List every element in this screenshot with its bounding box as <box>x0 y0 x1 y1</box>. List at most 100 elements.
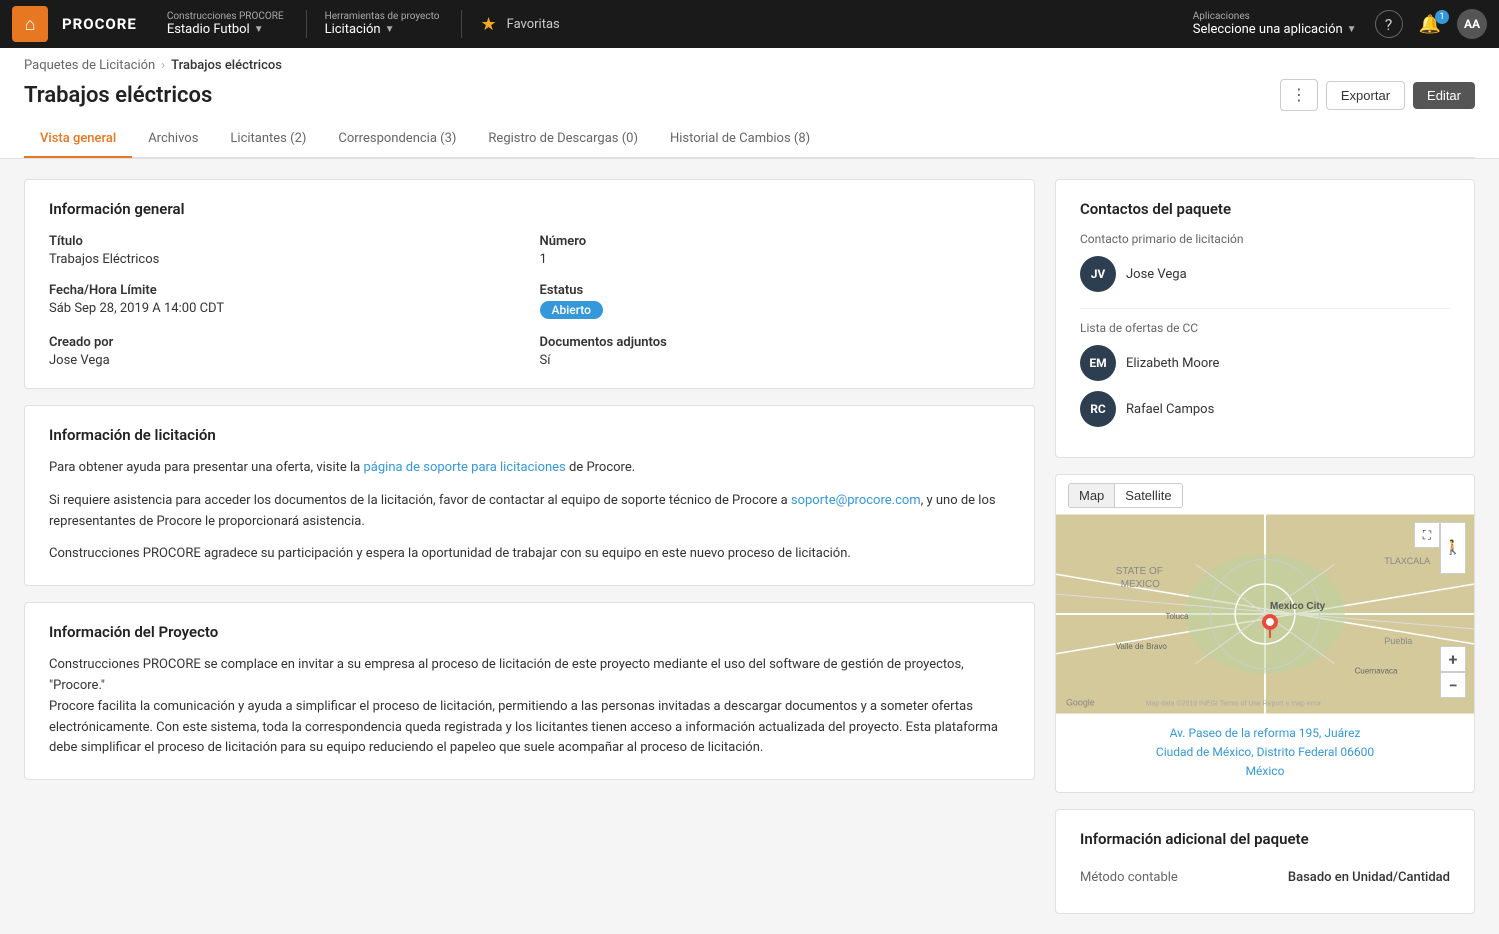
nav-divider2 <box>461 10 462 38</box>
documentos-field: Documentos adjuntos Sí <box>540 335 1011 368</box>
map-address: Av. Paseo de la reforma 195, Juárez Ciud… <box>1056 714 1474 792</box>
logo-button[interactable]: ⌂ <box>12 6 48 42</box>
favorites-label: Favoritas <box>507 17 560 32</box>
page-title: Trabajos eléctricos <box>24 83 212 108</box>
map-tab-map[interactable]: Map <box>1068 483 1115 508</box>
user-avatar[interactable]: AA <box>1457 9 1487 39</box>
creado-value: Jose Vega <box>49 353 520 368</box>
bidding-p1-end: de Procore. <box>566 460 635 475</box>
map-address-line2[interactable]: Ciudad de México, Distrito Federal 06600 <box>1066 743 1464 762</box>
additional-info-card: Información adicional del paquete Método… <box>1055 809 1475 914</box>
project-info-title: Información del Proyecto <box>49 623 1010 641</box>
edit-button[interactable]: Editar <box>1413 82 1475 109</box>
favorites-star-icon[interactable]: ★ <box>480 14 496 35</box>
cc-list-label: Lista de ofertas de CC <box>1080 321 1450 335</box>
apps-label: Aplicaciones <box>1193 11 1357 22</box>
creado-field: Creado por Jose Vega <box>49 335 520 368</box>
tab-registro[interactable]: Registro de Descargas (0) <box>472 121 654 158</box>
fecha-value: Sáb Sep 28, 2019 A 14:00 CDT <box>49 301 520 316</box>
map-zoom-in-button[interactable]: + <box>1440 646 1466 672</box>
additional-info-title: Información adicional del paquete <box>1080 830 1450 848</box>
tools-dropdown[interactable]: Herramientas de proyecto Licitación ▼ <box>315 7 450 41</box>
primary-contact-item: JV Jose Vega <box>1080 256 1450 292</box>
help-button[interactable]: ? <box>1375 10 1403 38</box>
status-badge: Abierto <box>540 301 1011 319</box>
map-fullscreen-button[interactable]: ⛶ <box>1414 522 1440 548</box>
bidding-p2-start: Si requiere asistencia para acceder los … <box>49 493 791 508</box>
contact-avatar-rc: RC <box>1080 391 1116 427</box>
contact-avatar-em: EM <box>1080 345 1116 381</box>
titulo-value: Trabajos Eléctricos <box>49 252 520 267</box>
breadcrumb-current: Trabajos eléctricos <box>171 58 282 73</box>
numero-field: Número 1 <box>540 234 1011 267</box>
primary-contact-avatar: JV <box>1080 256 1116 292</box>
map-address-line3[interactable]: México <box>1066 762 1464 781</box>
numero-label: Número <box>540 234 1011 249</box>
project-value: Estadio Futbol ▼ <box>167 22 284 37</box>
bidding-email-link[interactable]: soporte@procore.com <box>791 493 921 508</box>
numero-value: 1 <box>540 252 1011 267</box>
apps-dropdown[interactable]: Aplicaciones Seleccione una aplicación ▼ <box>1183 7 1367 41</box>
project-info-card: Información del Proyecto Construcciones … <box>24 602 1035 780</box>
contact-item-rc: RC Rafael Campos <box>1080 391 1450 427</box>
tab-historial[interactable]: Historial de Cambios (8) <box>654 121 826 158</box>
documentos-value: Sí <box>540 353 1011 368</box>
left-column: Información general Título Trabajos Eléc… <box>24 179 1035 914</box>
documentos-label: Documentos adjuntos <box>540 335 1011 350</box>
help-icon: ? <box>1385 15 1393 34</box>
svg-text:Puebla: Puebla <box>1384 636 1412 646</box>
svg-text:MEXICO: MEXICO <box>1121 579 1160 590</box>
titulo-label: Título <box>49 234 520 249</box>
additional-row-0: Método contable Basado en Unidad/Cantida… <box>1080 862 1450 893</box>
titulo-field: Título Trabajos Eléctricos <box>49 234 520 267</box>
breadcrumb-separator: › <box>161 58 165 73</box>
bidding-support-link[interactable]: página de soporte para licitaciones <box>363 460 565 475</box>
tools-label: Herramientas de proyecto <box>325 11 440 22</box>
info-grid: Título Trabajos Eléctricos Número 1 Fech… <box>49 234 1010 368</box>
svg-text:Mexico City: Mexico City <box>1270 601 1326 612</box>
svg-text:STATE OF: STATE OF <box>1116 566 1163 577</box>
map-address-line1[interactable]: Av. Paseo de la reforma 195, Juárez <box>1066 724 1464 743</box>
project-dropdown[interactable]: Construcciones PROCORE Estadio Futbol ▼ <box>157 7 294 41</box>
map-tab-satellite[interactable]: Satellite <box>1115 483 1182 508</box>
main-content: Información general Título Trabajos Eléc… <box>0 159 1499 934</box>
chevron-down-icon: ▼ <box>254 24 264 35</box>
chevron-down-icon: ▼ <box>385 24 395 35</box>
svg-text:Toluca: Toluca <box>1165 612 1189 621</box>
contact-name-em: Elizabeth Moore <box>1126 356 1219 371</box>
bidding-info-title: Información de licitación <box>49 426 1010 444</box>
apps-value: Seleccione una aplicación ▼ <box>1193 22 1357 37</box>
tab-archivos[interactable]: Archivos <box>132 121 214 158</box>
notifications-button[interactable]: 🔔 1 <box>1411 10 1449 39</box>
general-info-card: Información general Título Trabajos Eléc… <box>24 179 1035 389</box>
bidding-paragraph-2: Si requiere asistencia para acceder los … <box>49 491 1010 533</box>
more-options-button[interactable]: ⋮ <box>1280 79 1318 111</box>
project-info-text: Construcciones PROCORE se complace en in… <box>49 655 1010 759</box>
export-button[interactable]: Exportar <box>1326 81 1405 110</box>
fecha-label: Fecha/Hora Límite <box>49 283 520 298</box>
page-header-area: Paquetes de Licitación › Trabajos eléctr… <box>0 48 1499 159</box>
additional-label-0: Método contable <box>1080 870 1178 885</box>
map-street-view-button[interactable]: 🚶 <box>1440 522 1466 574</box>
tab-licitantes[interactable]: Licitantes (2) <box>214 121 322 158</box>
svg-text:TLAXCALA: TLAXCALA <box>1384 556 1430 566</box>
tools-value: Licitación ▼ <box>325 22 440 37</box>
map-zoom-out-button[interactable]: − <box>1440 672 1466 698</box>
svg-text:Valle de Bravo: Valle de Bravo <box>1116 642 1168 651</box>
breadcrumb-parent[interactable]: Paquetes de Licitación <box>24 58 155 73</box>
contacts-card: Contactos del paquete Contacto primario … <box>1055 179 1475 458</box>
tab-correspondencia[interactable]: Correspondencia (3) <box>322 121 472 158</box>
svg-text:Google: Google <box>1066 698 1095 708</box>
breadcrumb: Paquetes de Licitación › Trabajos eléctr… <box>24 58 1475 73</box>
tab-vista-general[interactable]: Vista general <box>24 121 132 158</box>
tabs-row: Vista general Archivos Licitantes (2) Co… <box>24 121 1475 158</box>
contact-name-rc: Rafael Campos <box>1126 402 1214 417</box>
estatus-label: Estatus <box>540 283 1011 298</box>
bidding-info-card: Información de licitación Para obtener a… <box>24 405 1035 586</box>
map-svg: STATE OF MEXICO TLAXCALA Puebla Mexico C… <box>1056 514 1474 714</box>
page-actions: ⋮ Exportar Editar <box>1280 79 1475 111</box>
bidding-p1-start: Para obtener ayuda para presentar una of… <box>49 460 363 475</box>
bidding-paragraph-1: Para obtener ayuda para presentar una of… <box>49 458 1010 479</box>
fecha-field: Fecha/Hora Límite Sáb Sep 28, 2019 A 14:… <box>49 283 520 319</box>
map-tabs-row: Map Satellite <box>1056 475 1474 514</box>
